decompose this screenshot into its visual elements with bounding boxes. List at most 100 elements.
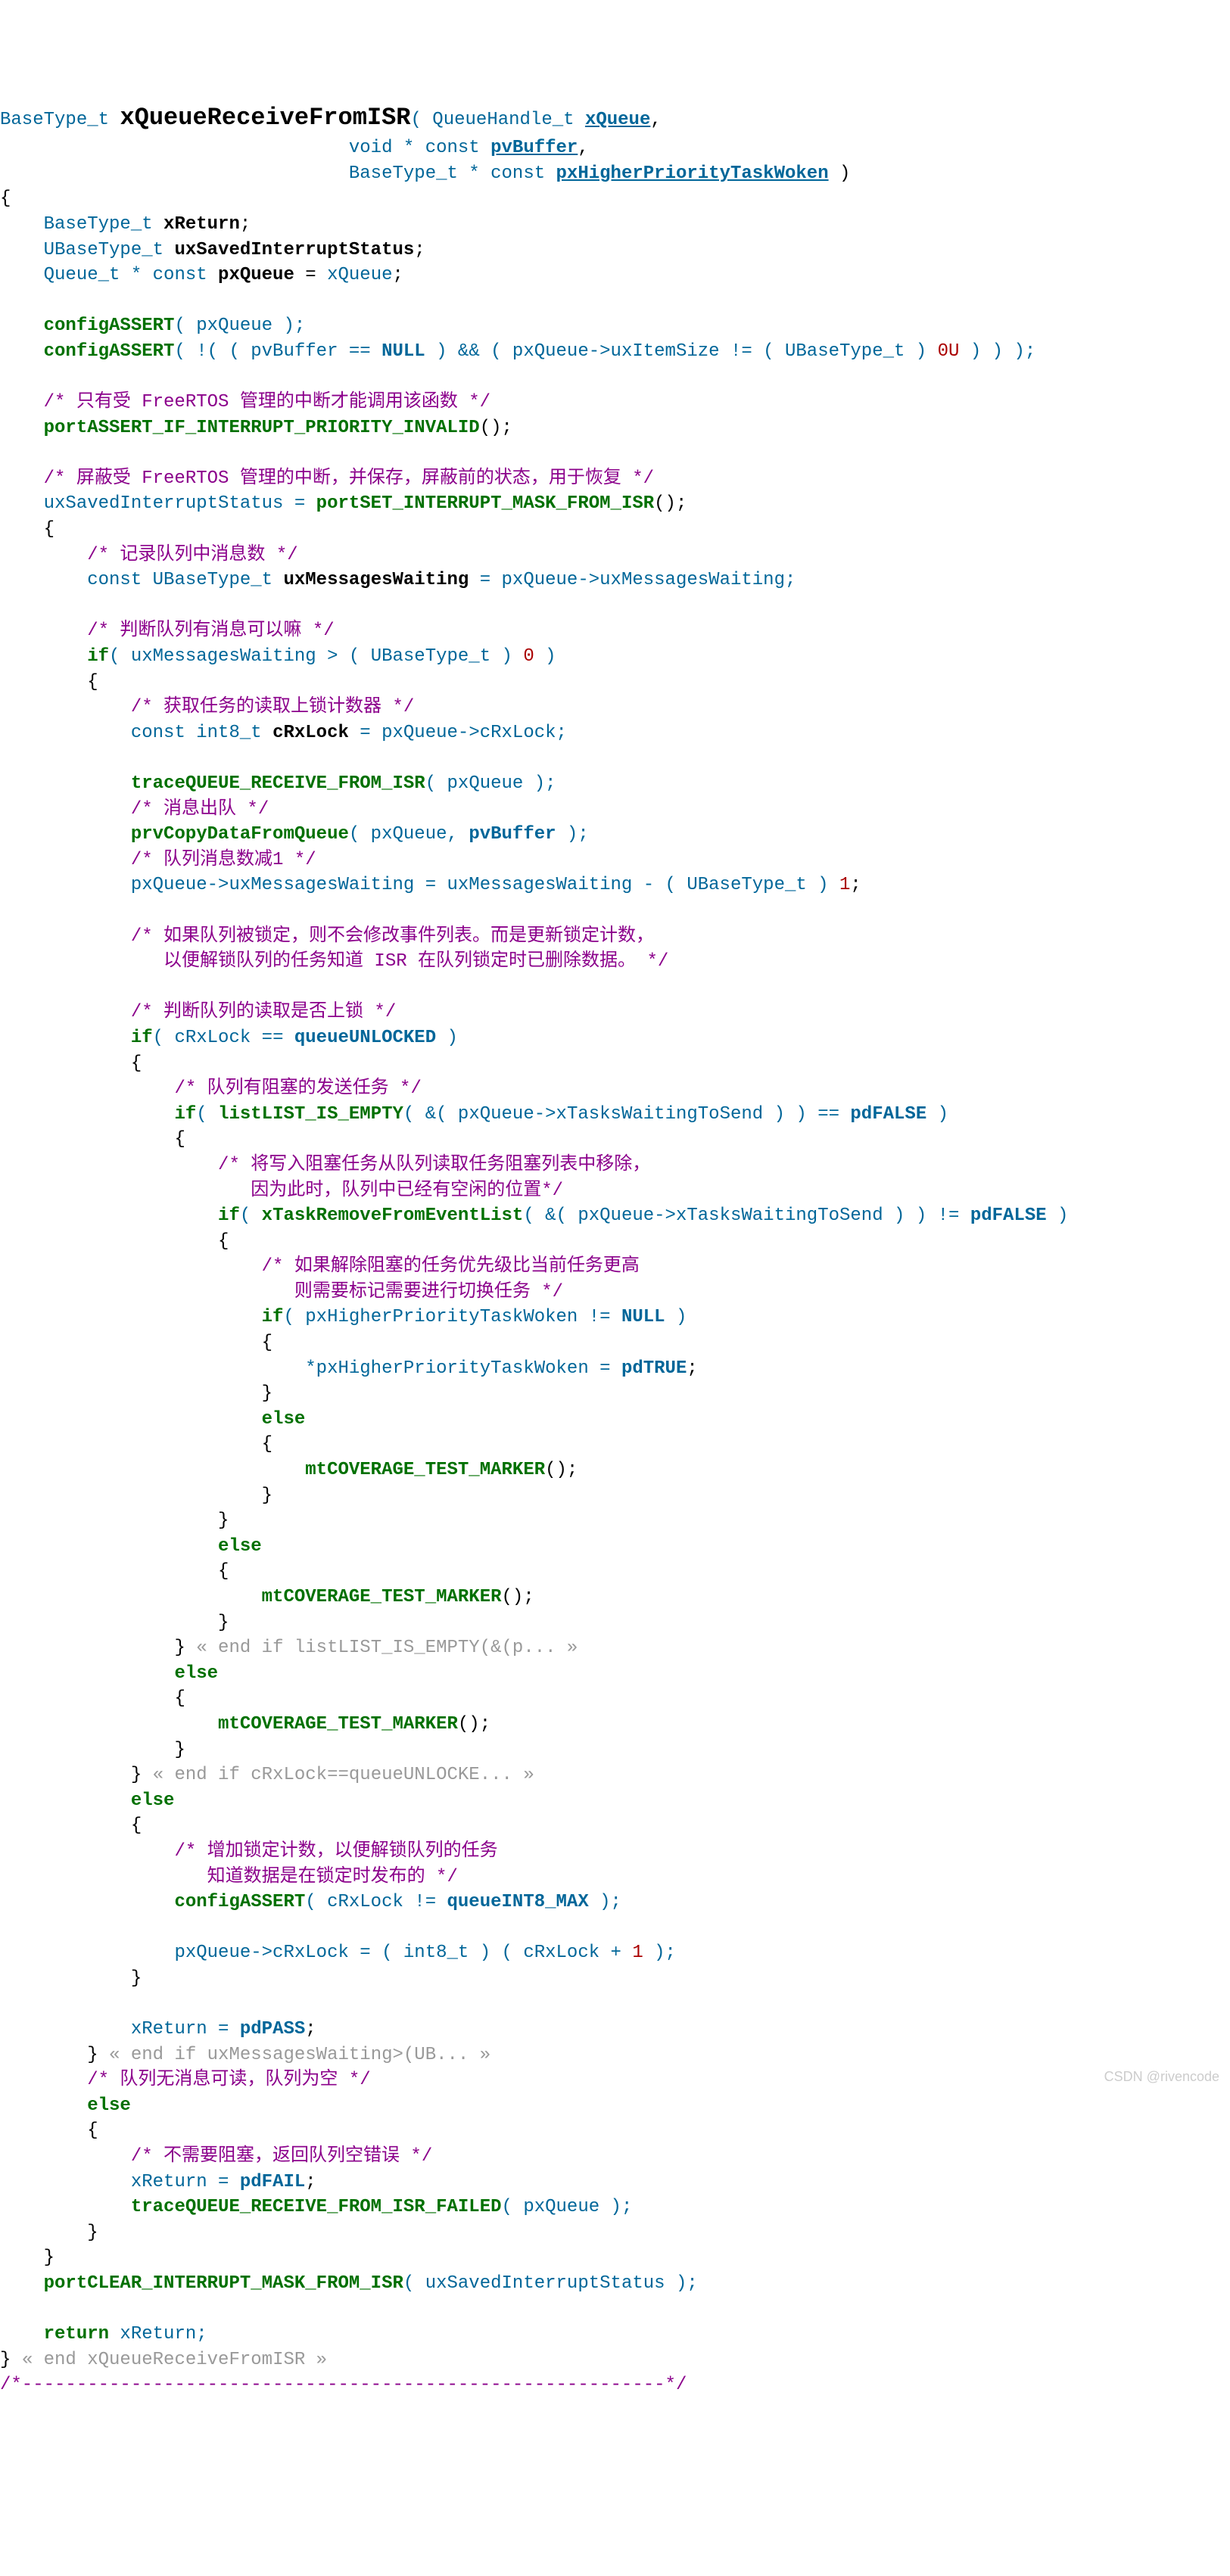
expr: = pxQueue->uxMessagesWaiting; xyxy=(469,570,796,590)
param-name: pvBuffer xyxy=(490,138,578,158)
var-decl: pxQueue xyxy=(218,265,294,285)
const: pdFALSE xyxy=(970,1206,1047,1226)
cond: ( pxHigherPriorityTaskWoken != xyxy=(283,1307,621,1327)
punct: ; xyxy=(240,214,251,235)
brace: } xyxy=(0,2248,54,2268)
args: ( pxQueue ); xyxy=(502,2197,633,2217)
comment: /* 如果队列被锁定，则不会修改事件列表。而是更新锁定计数， xyxy=(0,926,654,947)
null-const: NULL xyxy=(621,1307,665,1327)
brace: } xyxy=(0,1486,272,1506)
const: pdFALSE xyxy=(850,1104,926,1125)
comment: /* 判断队列的读取是否上锁 */ xyxy=(0,1002,396,1022)
type-token: const int8_t xyxy=(0,723,272,743)
args: ( pxQueue ); xyxy=(174,316,305,336)
function-name: xQueueReceiveFromISR xyxy=(120,104,410,132)
args: ( !( ( pvBuffer == xyxy=(174,341,381,362)
punct: ) xyxy=(829,163,851,184)
type-token: UBaseType_t xyxy=(0,240,174,260)
macro-call: mtCOVERAGE_TEST_MARKER xyxy=(0,1587,502,1607)
args: (); xyxy=(545,1460,578,1480)
const: pdTRUE xyxy=(621,1358,687,1379)
brace: { xyxy=(0,188,11,209)
assign: pxQueue->uxMessagesWaiting = uxMessagesW… xyxy=(0,875,839,895)
func-call: prvCopyDataFromQueue xyxy=(0,824,349,845)
args: ); xyxy=(556,824,589,845)
brace: { xyxy=(0,1129,185,1150)
param-type: void * const xyxy=(0,138,490,158)
assign: pxQueue->cRxLock = ( int8_t ) ( cRxLock … xyxy=(0,1943,632,1963)
number: 1 xyxy=(839,875,850,895)
comment: /* 不需要阻塞，返回队列空错误 */ xyxy=(0,2146,432,2167)
comment: /* 记录队列中消息数 */ xyxy=(0,545,298,565)
keyword-else: else xyxy=(0,2095,131,2116)
code-block: BaseType_t xQueueReceiveFromISR( QueueHa… xyxy=(0,101,1230,2398)
number: 1 xyxy=(632,1943,643,1963)
cond: ( xyxy=(196,1104,218,1125)
brace: } xyxy=(0,1638,196,1658)
comment: /* 判断队列有消息可以嘛 */ xyxy=(0,621,335,641)
keyword-if: if xyxy=(0,1104,196,1125)
keyword-if: if xyxy=(0,1307,283,1327)
args: ( uxSavedInterruptStatus ); xyxy=(403,2273,698,2294)
brace: } xyxy=(0,1765,153,1785)
args: ( cRxLock != xyxy=(305,1892,447,1912)
cond: ( cRxLock == xyxy=(153,1028,294,1048)
const: pdFAIL xyxy=(240,2172,305,2192)
var-decl: uxMessagesWaiting xyxy=(283,570,469,590)
const: queueUNLOCKED xyxy=(294,1028,436,1048)
keyword-if: if xyxy=(0,1206,240,1226)
brace: } xyxy=(0,2223,98,2243)
brace: { xyxy=(0,1688,185,1709)
comment: /* 只有受 FreeRTOS 管理的中断才能调用该函数 */ xyxy=(0,392,490,412)
comment: 知道数据是在锁定时发布的 */ xyxy=(0,1867,458,1887)
macro-call: portASSERT_IF_INTERRUPT_PRIORITY_INVALID xyxy=(0,418,480,438)
var-decl: uxSavedInterruptStatus xyxy=(174,240,414,260)
brace: { xyxy=(0,1815,142,1836)
op: = xyxy=(294,265,327,285)
comment: /* 队列无消息可读，队列为空 */ xyxy=(0,2070,371,2090)
type-token: BaseType_t xyxy=(0,214,163,235)
brace: { xyxy=(0,1333,272,1353)
punct: ; xyxy=(393,265,403,285)
args: ( pxQueue ); xyxy=(425,773,556,794)
args: (); xyxy=(502,1587,534,1607)
comment: /* 队列消息数减1 */ xyxy=(0,850,316,870)
brace: { xyxy=(0,1434,272,1454)
macro-call: mtCOVERAGE_TEST_MARKER xyxy=(0,1714,458,1734)
args: ) && ( pxQueue->uxItemSize != ( UBaseTyp… xyxy=(425,341,938,362)
comment: 因为此时，队列中已经有空闲的位置*/ xyxy=(0,1181,563,1201)
comment: /* 如果解除阻塞的任务优先级比当前任务更高 xyxy=(0,1256,640,1277)
macro-call: configASSERT xyxy=(0,316,174,336)
args: (); xyxy=(654,493,687,514)
keyword-else: else xyxy=(0,1790,174,1811)
brace: } xyxy=(0,2045,109,2065)
punct: ); xyxy=(643,1943,676,1963)
punct: ; xyxy=(305,2172,316,2192)
macro-call: traceQUEUE_RECEIVE_FROM_ISR_FAILED xyxy=(0,2197,502,2217)
fold-marker: « end if cRxLock==queueUNLOCKE... » xyxy=(153,1765,534,1785)
arg: pvBuffer xyxy=(469,824,556,845)
param-name: xQueue xyxy=(585,110,650,130)
brace: } xyxy=(0,1383,272,1404)
comment: 则需要标记需要进行切换任务 */ xyxy=(0,1282,563,1302)
comment: /* 增加锁定计数，以便解锁队列的任务 xyxy=(0,1841,498,1862)
punct: ; xyxy=(305,2019,316,2039)
fold-marker: « end if uxMessagesWaiting>(UB... » xyxy=(109,2045,490,2065)
var-decl: xReturn xyxy=(163,214,240,235)
cond: ) xyxy=(436,1028,458,1048)
brace: { xyxy=(0,1053,142,1074)
func-call: xTaskRemoveFromEventList xyxy=(262,1206,524,1226)
brace: { xyxy=(0,1561,229,1582)
punct: , xyxy=(578,138,588,158)
keyword-if: if xyxy=(0,1028,153,1048)
fold-marker: « end xQueueReceiveFromISR » xyxy=(22,2350,327,2370)
macro-call: portCLEAR_INTERRUPT_MASK_FROM_ISR xyxy=(0,2273,403,2294)
assign: *pxHigherPriorityTaskWoken = xyxy=(0,1358,621,1379)
args: ) ) ); xyxy=(959,341,1035,362)
brace: } xyxy=(0,2350,22,2370)
cond: ) xyxy=(534,646,556,667)
comment: /* 获取任务的读取上锁计数器 */ xyxy=(0,697,414,717)
macro-call: configASSERT xyxy=(0,341,174,362)
keyword-else: else xyxy=(0,1536,262,1557)
punct: ; xyxy=(850,875,861,895)
